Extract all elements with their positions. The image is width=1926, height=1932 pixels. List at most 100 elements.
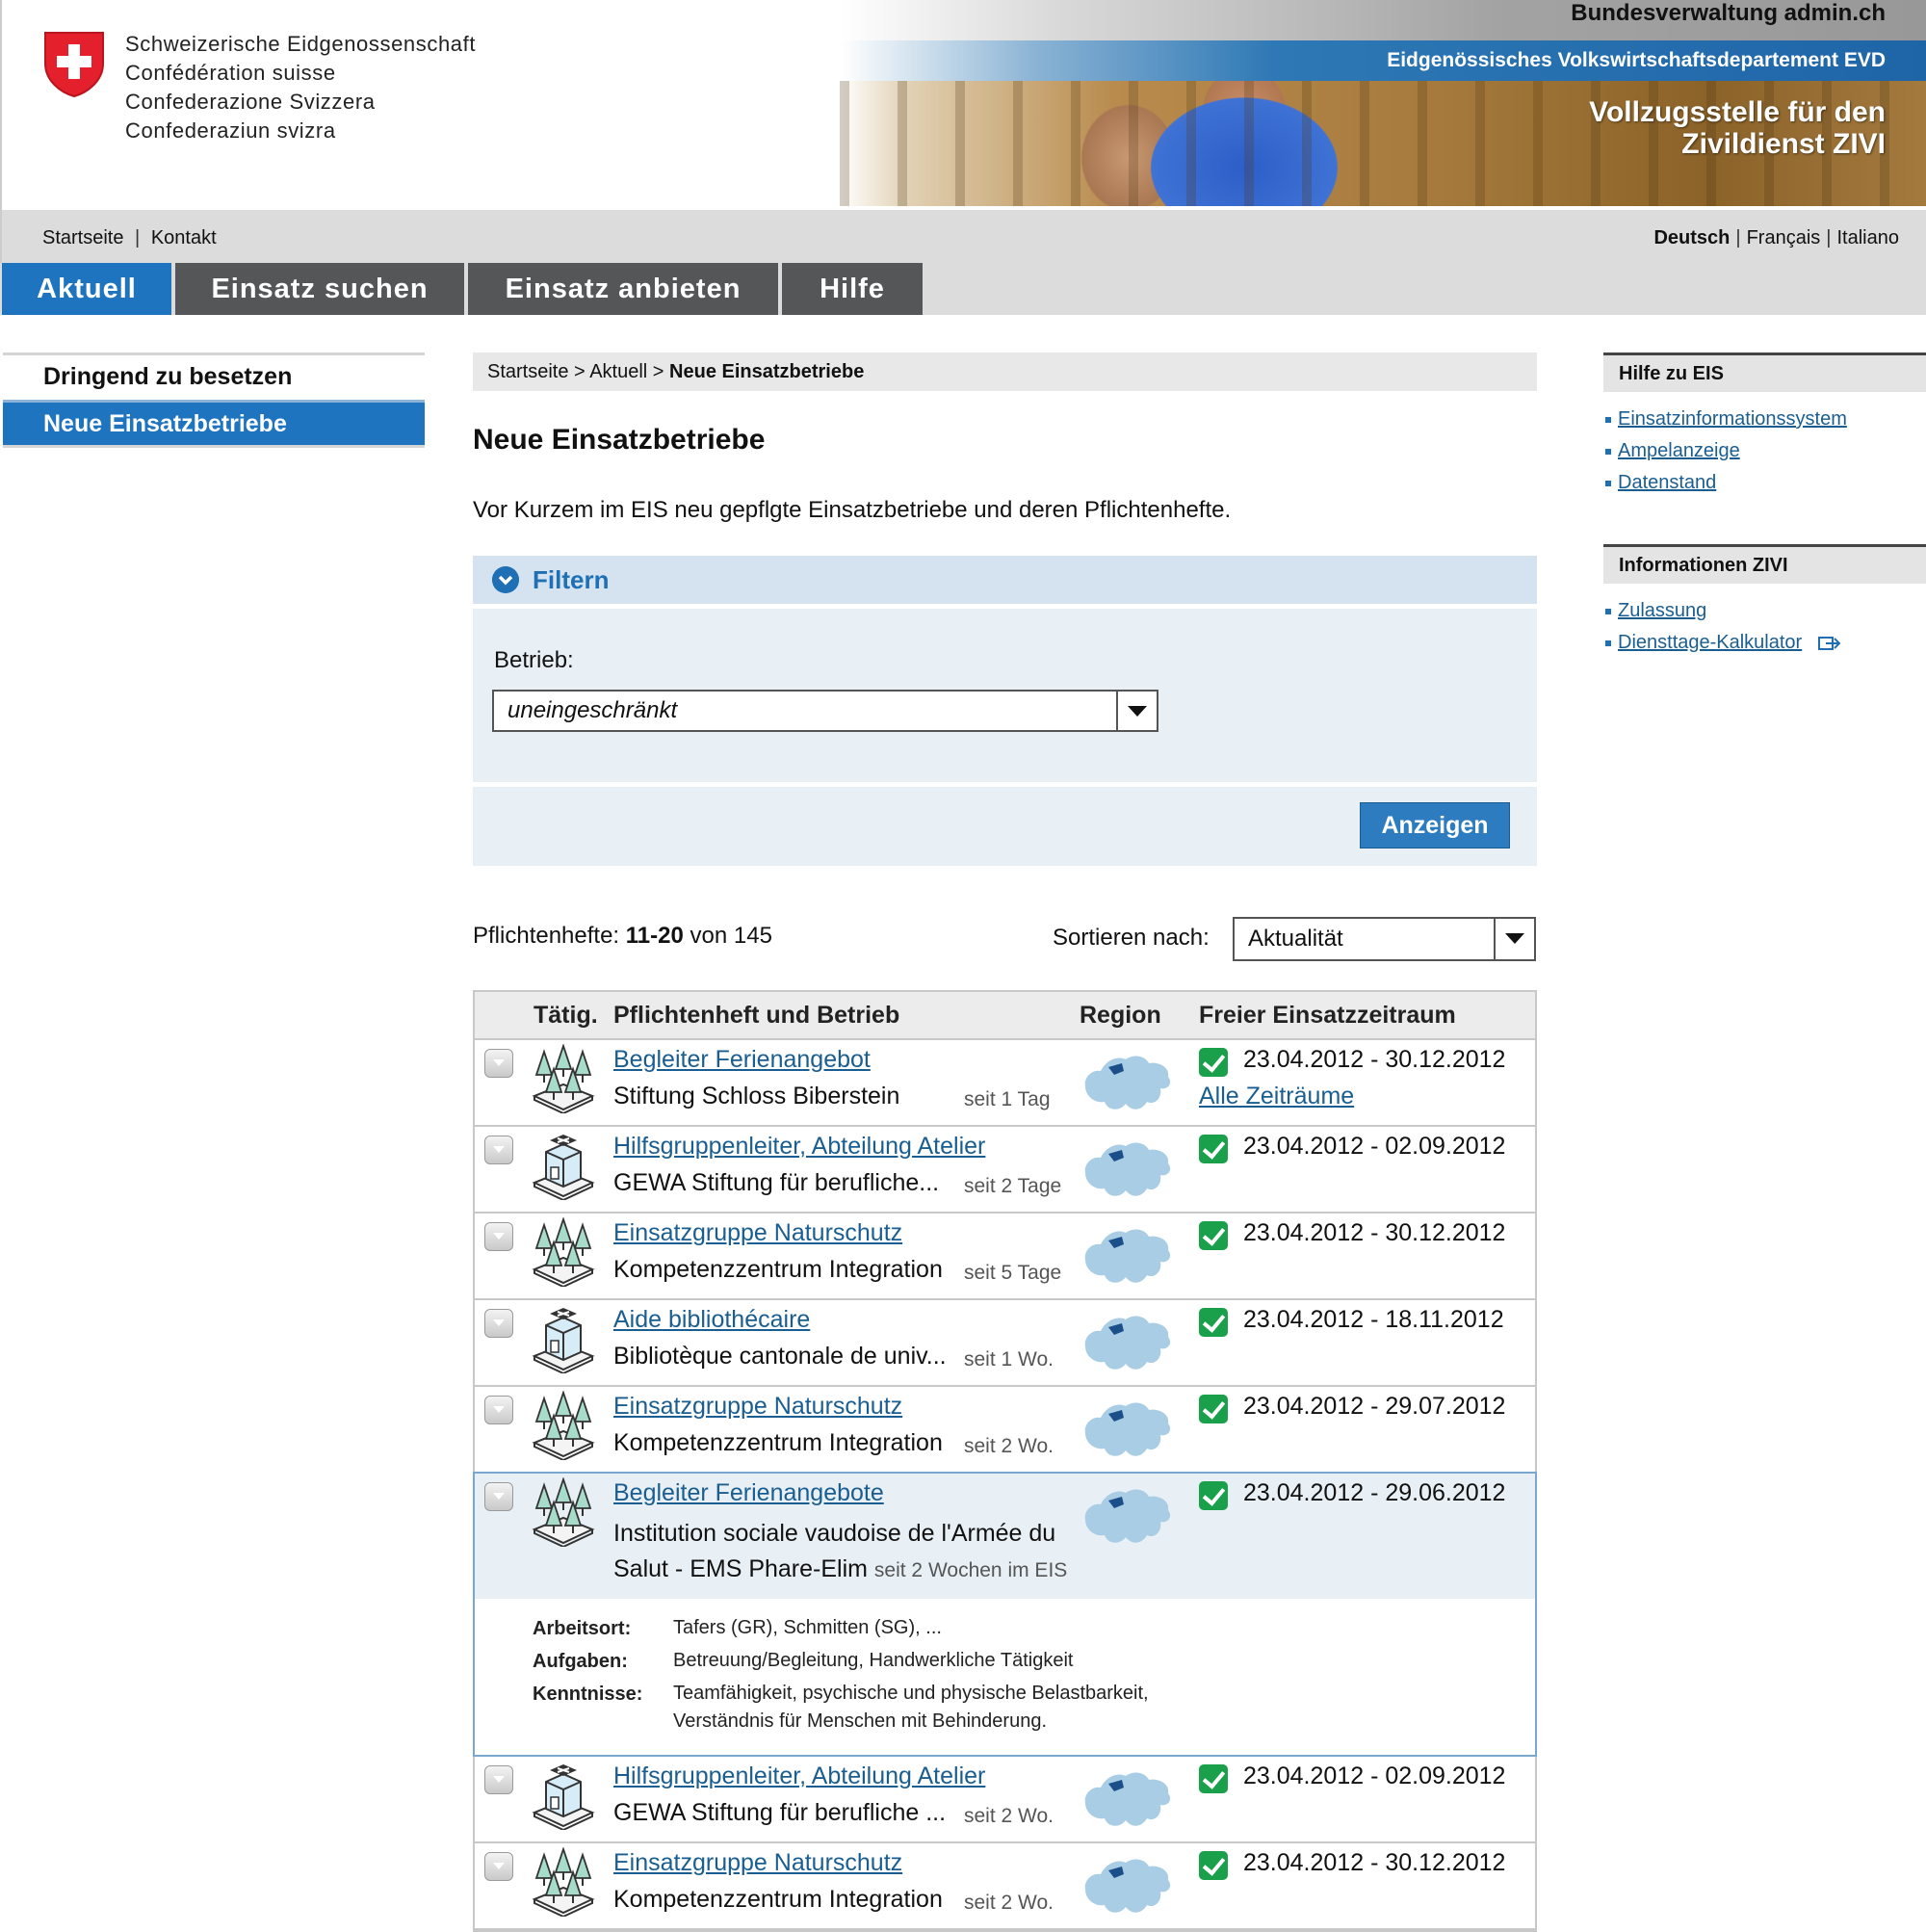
service-kontakt-link[interactable]: Kontakt [151,227,217,248]
table-row: Einsatzgruppe Naturschutz Kompetenzzentru… [475,1387,1535,1474]
expand-toggle-icon[interactable] [484,1852,513,1881]
lang-francais[interactable]: Français [1747,227,1821,248]
breadcrumb-section[interactable]: Aktuell [589,361,647,382]
organisation-name: Kompetenzzentrum Integration [613,1256,943,1283]
switzerland-map-icon [1084,1316,1171,1370]
organisation-name: Institution sociale vaudoise de l'Armée … [613,1516,1095,1588]
duty-title-link[interactable]: Aide bibliothécaire [613,1306,810,1334]
free-period: 23.04.2012 - 02.09.2012 [1243,1762,1506,1789]
separator: | [1826,227,1832,248]
breadcrumb-home[interactable]: Startseite [487,361,568,382]
arbeitsort-label: Arbeitsort: [533,1618,632,1639]
duty-title-link[interactable]: Begleiter Ferienangebote [613,1479,884,1507]
lang-deutsch[interactable]: Deutsch [1653,227,1730,248]
expand-toggle-icon[interactable] [484,1396,513,1424]
building-icon [532,1135,595,1200]
duty-title-link[interactable]: Hilfsgruppenleiter, Abteilung Atelier [613,1133,985,1161]
switzerland-map-icon [1084,1859,1171,1913]
available-check-icon [1199,1851,1228,1880]
since-text: seit 1 Wo. [964,1348,1054,1371]
sidebar-hilfe-title: Hilfe zu EIS [1603,352,1926,392]
table-rows: Hilfsgruppenleiter, Abteilung Atelier GEW… [475,1757,1535,1930]
building-icon [532,1308,595,1373]
available-check-icon [1199,1048,1228,1077]
free-period: 23.04.2012 - 30.12.2012 [1243,1849,1506,1876]
expand-toggle-icon[interactable] [484,1136,513,1164]
expand-toggle-icon[interactable] [484,1765,513,1794]
switzerland-map-icon [1084,1229,1171,1283]
table-row: Hilfsgruppenleiter, Abteilung Atelier GEW… [475,1127,1535,1214]
filter-toggle[interactable]: Filtern [473,556,1537,604]
lang-italiano[interactable]: Italiano [1837,227,1900,248]
chevron-down-icon [492,566,519,593]
since-text: seit 5 Tage [964,1262,1062,1284]
dropdown-arrow-icon[interactable] [1494,919,1534,959]
anzeigen-button[interactable]: Anzeigen [1360,802,1510,849]
tab-aktuell[interactable]: Aktuell [2,263,171,315]
trees-icon [532,1217,595,1287]
organisation-name: Bibliotèque cantonale de univ... [613,1343,947,1370]
sort-selected-value: Aktualität [1248,926,1343,952]
link-datenstand[interactable]: Datenstand [1605,472,1716,494]
switzerland-map-icon [1084,1489,1171,1543]
col-activity[interactable]: Tätig. [534,992,598,1038]
col-duty[interactable]: Pflichtenheft und Betrieb [613,992,899,1038]
duty-title-link[interactable]: Einsatzgruppe Naturschutz [613,1393,902,1421]
expand-toggle-icon[interactable] [484,1049,513,1078]
expand-toggle-icon[interactable] [484,1222,513,1251]
table-row: Einsatzgruppe Naturschutz Kompetenzzentru… [475,1214,1535,1300]
sub-nav: Dringend zu besetzen Neue Einsatzbetrieb… [3,352,425,448]
switzerland-map-icon [1084,1142,1171,1196]
subnav-neue-einsatzbetriebe[interactable]: Neue Einsatzbetriebe [3,400,425,448]
separator: | [135,227,141,248]
col-period[interactable]: Freier Einsatzzeitraum [1199,992,1456,1038]
expand-toggle-icon[interactable] [484,1482,513,1511]
filter-footer: Anzeigen [473,784,1537,866]
col-region[interactable]: Region [1080,992,1161,1038]
since-text: seit 2 Wo. [964,1435,1054,1457]
link-zulassung[interactable]: Zulassung [1605,600,1706,622]
result-total: 145 [733,923,772,949]
betrieb-label: Betrieb: [494,647,574,673]
office-title-line2: Zivildienst ZIVI [1681,128,1886,160]
confederation-de: Schweizerische Eidgenossenschaft [125,32,477,56]
dropdown-arrow-icon[interactable] [1116,692,1157,730]
all-periods-link[interactable]: Alle Zeiträume [1199,1083,1354,1110]
link-ampelanzeige[interactable]: Ampelanzeige [1605,440,1740,462]
tab-hilfe[interactable]: Hilfe [782,263,923,315]
switzerland-map-icon [1084,1772,1171,1826]
duty-title-link[interactable]: Hilfsgruppenleiter, Abteilung Atelier [613,1762,985,1790]
tab-einsatz-suchen[interactable]: Einsatz suchen [175,263,464,315]
confederation-fr: Confédération suisse [125,61,336,85]
duty-title-link[interactable]: Einsatzgruppe Naturschutz [613,1849,902,1877]
tab-einsatz-anbieten[interactable]: Einsatz anbieten [468,263,778,315]
confederation-names: Schweizerische Eidgenossenschaft Confédé… [125,30,476,145]
since-text: seit 2 Tage [964,1175,1062,1197]
trees-icon [532,1044,595,1113]
service-startseite-link[interactable]: Startseite [42,227,123,248]
aufgaben-label: Aufgaben: [533,1651,628,1672]
trees-icon [532,1477,595,1547]
office-title: Vollzugsstelle für den Zivildienst ZIVI [1589,96,1886,160]
available-check-icon [1199,1395,1228,1423]
sort-select[interactable]: Aktualität [1233,917,1536,961]
result-range: 11-20 [625,923,684,949]
available-check-icon [1199,1481,1228,1510]
aufgaben-value: Betreuung/Begleitung, Handwerkliche Täti… [673,1650,1074,1671]
link-einsatzinformationssystem[interactable]: Einsatzinformationssystem [1605,408,1847,431]
admin-link[interactable]: Bundesverwaltung admin.ch [1571,0,1886,29]
expand-toggle-icon[interactable] [484,1309,513,1338]
available-check-icon [1199,1764,1228,1793]
table-row-expanded: Begleiter Ferienangebote Institution soc… [473,1472,1537,1757]
subnav-dringend[interactable]: Dringend zu besetzen [3,352,425,398]
free-period: 23.04.2012 - 18.11.2012 [1243,1306,1504,1333]
switzerland-map-icon [1084,1402,1171,1456]
duty-title-link[interactable]: Begleiter Ferienangebot [613,1046,871,1074]
organisation-name: GEWA Stiftung für berufliche... [613,1169,940,1196]
betrieb-select[interactable]: uneingeschränkt [492,690,1158,732]
confederation-it: Confederazione Svizzera [125,90,376,114]
link-diensttage-kalkulator[interactable]: Diensttage-Kalkulator [1605,632,1802,654]
organisation-name: GEWA Stiftung für berufliche ... [613,1799,947,1826]
duty-title-link[interactable]: Einsatzgruppe Naturschutz [613,1219,902,1247]
free-period: 23.04.2012 - 30.12.2012 [1243,1219,1506,1246]
